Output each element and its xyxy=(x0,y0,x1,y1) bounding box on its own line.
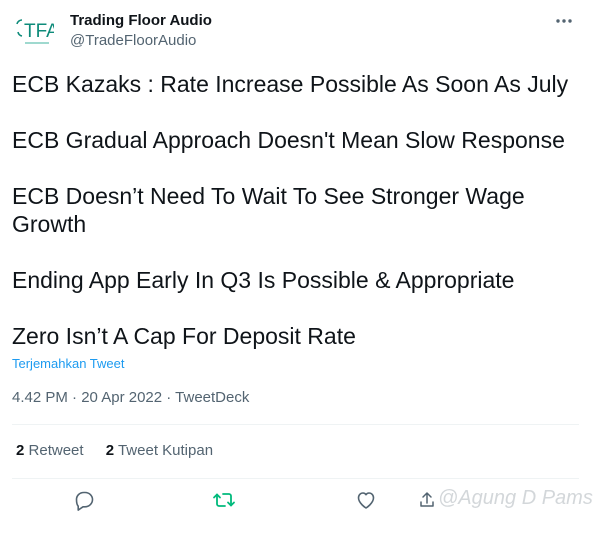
tweet-timestamp[interactable]: 4.42 PM · 20 Apr 2022 · TweetDeck xyxy=(12,388,249,408)
retweet-icon[interactable] xyxy=(212,488,236,512)
tweet-line: Zero Isn’t A Cap For Deposit Rate xyxy=(12,323,356,349)
tweet-line: ECB Doesn’t Need To Wait To See Stronger… xyxy=(12,183,525,237)
translate-tweet-link[interactable]: Terjemahkan Tweet xyxy=(12,355,125,373)
divider xyxy=(12,424,579,425)
display-name[interactable]: Trading Floor Audio xyxy=(70,11,212,31)
quotes-stat[interactable]: 2 Tweet Kutipan xyxy=(106,441,213,461)
user-handle[interactable]: @TradeFloorAudio xyxy=(70,31,212,51)
more-options-icon[interactable] xyxy=(554,11,574,31)
like-icon[interactable] xyxy=(354,488,378,512)
tweet-text: ECB Kazaks : Rate Increase Possible As S… xyxy=(12,70,582,350)
avatar[interactable]: TFA xyxy=(12,9,58,55)
tweet-line: ECB Gradual Approach Doesn't Mean Slow R… xyxy=(12,127,565,153)
avatar-underline xyxy=(25,42,49,44)
quotes-label: Tweet Kutipan xyxy=(117,442,214,459)
retweets-label: Retweet xyxy=(28,442,84,459)
watermark: @Agung D Pams xyxy=(438,487,593,509)
divider xyxy=(12,478,579,479)
tweet-stats: 2 Retweet 2 Tweet Kutipan xyxy=(16,441,231,461)
svg-text:TFA: TFA xyxy=(24,21,54,42)
quotes-count: 2 xyxy=(105,442,115,459)
tweet-line: ECB Kazaks : Rate Increase Possible As S… xyxy=(12,71,569,97)
tfa-logo-icon: TFA xyxy=(16,19,54,42)
author-names: Trading Floor Audio @TradeFloorAudio xyxy=(70,11,212,51)
retweets-count: 2 xyxy=(16,442,25,459)
tweet-header: TFA Trading Floor Audio @TradeFloorAudio xyxy=(12,9,582,55)
tweet-card: TFA Trading Floor Audio @TradeFloorAudio… xyxy=(0,0,593,533)
tweet-line: Ending App Early In Q3 Is Possible & App… xyxy=(12,267,515,293)
retweets-stat[interactable]: 2 Retweet xyxy=(16,441,84,461)
share-icon[interactable] xyxy=(418,491,436,509)
reply-icon[interactable] xyxy=(72,488,96,512)
